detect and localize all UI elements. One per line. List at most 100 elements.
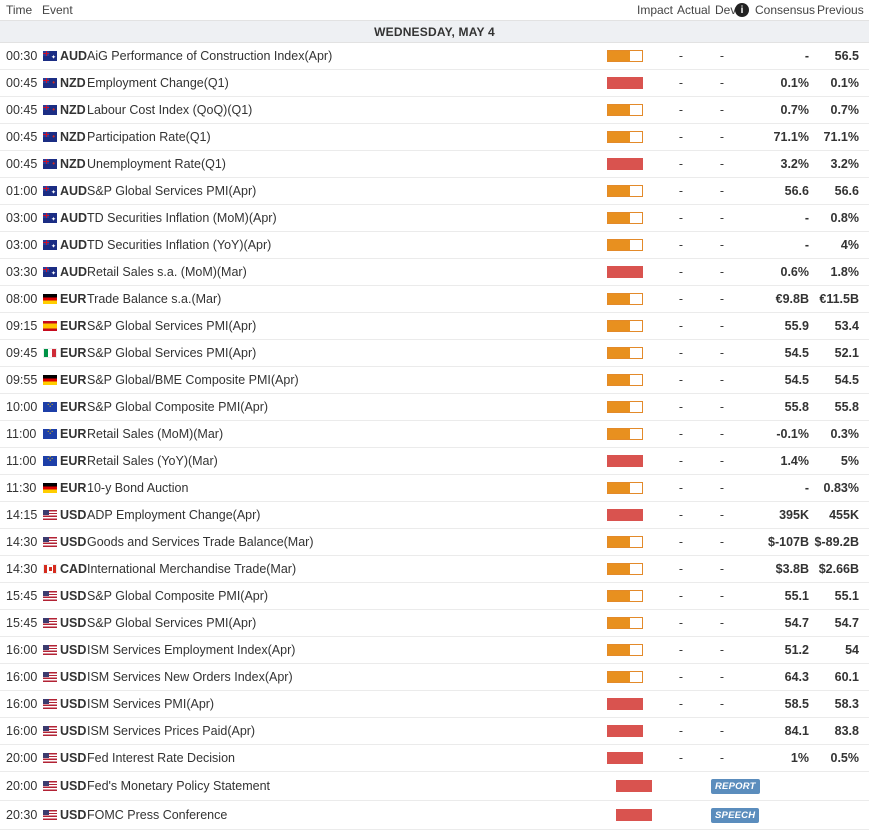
- table-row[interactable]: 08:00 EUR Trade Balance s.a.(Mar) - - €9.8B €1…: [0, 286, 869, 313]
- table-row[interactable]: 03:00 AUDTD Securities Inflation (MoM)(Ap…: [0, 205, 869, 232]
- header-impact[interactable]: Impact: [637, 3, 673, 17]
- header-event[interactable]: Event: [42, 3, 637, 17]
- event-previous: 52.1: [834, 346, 859, 360]
- table-row[interactable]: 20:00 USD Fed Interest Rate Decision - - 1% 0.…: [0, 745, 869, 772]
- event-deviation: -: [719, 184, 725, 198]
- event-actual: -: [678, 400, 684, 414]
- event-name[interactable]: 10-y Bond Auction: [87, 481, 607, 495]
- event-deviation: -: [719, 508, 725, 522]
- table-row[interactable]: 09:15 EUR S&P Global Services PMI(Apr) - - 55…: [0, 313, 869, 340]
- impact-bar: [616, 780, 652, 792]
- de-flag-icon: [43, 375, 57, 385]
- event-consensus: €9.8B: [775, 292, 809, 306]
- table-row[interactable]: 03:00 AUDTD Securities Inflation (YoY)(Ap…: [0, 232, 869, 259]
- header-actual[interactable]: Actual: [677, 3, 715, 17]
- table-row[interactable]: 16:00 USD ISM Services New Orders Index(Ap…: [0, 664, 869, 691]
- table-row[interactable]: 20:00 USD Fed's Monetary Policy Statement R…: [0, 772, 869, 801]
- impact-bar: [607, 50, 643, 62]
- table-row[interactable]: 09:55 EUR S&P Global/BME Composite PMI(Apr…: [0, 367, 869, 394]
- event-deviation: -: [719, 643, 725, 657]
- event-deviation: -: [719, 238, 725, 252]
- event-name[interactable]: S&P Global Services PMI(Apr): [87, 184, 607, 198]
- table-row[interactable]: 11:00 EURRetail Sales (YoY)(Mar) - - 1.4% 5%: [0, 448, 869, 475]
- event-name[interactable]: ISM Services New Orders Index(Apr): [87, 670, 607, 684]
- event-name[interactable]: ADP Employment Change(Apr): [87, 508, 607, 522]
- event-name[interactable]: TD Securities Inflation (MoM)(Apr): [87, 211, 607, 225]
- table-row[interactable]: 00:45 NZDEmployment Change(Q1) - - 0.1% 0.1%: [0, 70, 869, 97]
- event-deviation: -: [719, 400, 725, 414]
- event-previous: 83.8: [834, 724, 859, 738]
- event-name[interactable]: Fed's Monetary Policy Statement: [87, 779, 616, 793]
- event-time: 16:00: [6, 670, 38, 684]
- table-row[interactable]: 16:00 USD ISM Services Employment Index(Ap…: [0, 637, 869, 664]
- us-flag-icon: [43, 618, 57, 628]
- event-name[interactable]: AiG Performance of Construction Index(Ap…: [87, 49, 607, 63]
- header-previous[interactable]: Previous: [817, 3, 869, 17]
- table-row[interactable]: 10:00 EURS&P Global Composite PMI(Apr) - - 5…: [0, 394, 869, 421]
- event-deviation: -: [719, 427, 725, 441]
- event-name[interactable]: S&P Global Services PMI(Apr): [87, 616, 607, 630]
- event-name[interactable]: Participation Rate(Q1): [87, 130, 607, 144]
- event-name[interactable]: S&P Global Composite PMI(Apr): [87, 589, 607, 603]
- event-name[interactable]: Goods and Services Trade Balance(Mar): [87, 535, 607, 549]
- event-name[interactable]: S&P Global/BME Composite PMI(Apr): [87, 373, 607, 387]
- event-tag-cell: REPORT: [710, 778, 869, 794]
- event-name[interactable]: S&P Global Services PMI(Apr): [87, 319, 607, 333]
- event-time: 11:00: [6, 427, 37, 441]
- event-name[interactable]: Retail Sales (MoM)(Mar): [87, 427, 607, 441]
- header-consensus[interactable]: Consensus: [755, 3, 817, 17]
- event-name[interactable]: Fed Interest Rate Decision: [87, 751, 607, 765]
- event-name[interactable]: ISM Services Prices Paid(Apr): [87, 724, 607, 738]
- event-time: 09:55: [6, 373, 38, 387]
- impact-bar: [607, 131, 643, 143]
- impact-indicator: [607, 698, 645, 710]
- speech-badge[interactable]: SPEECH: [711, 808, 760, 823]
- event-name[interactable]: Labour Cost Index (QoQ)(Q1): [87, 103, 607, 117]
- table-row[interactable]: 09:45 EUR S&P Global Services PMI(Apr) - - 54…: [0, 340, 869, 367]
- header-time[interactable]: Time: [0, 3, 42, 17]
- impact-indicator: [607, 131, 645, 143]
- table-row[interactable]: 14:30 USD Goods and Services Trade Balance…: [0, 529, 869, 556]
- table-row[interactable]: 14:30 CAD International Merchandise Trade(…: [0, 556, 869, 583]
- table-row[interactable]: 00:45 NZDUnemployment Rate(Q1) - - 3.2% 3.2%: [0, 151, 869, 178]
- table-row[interactable]: 11:30 EUR 10-y Bond Auction - - -0.83%: [0, 475, 869, 502]
- table-row[interactable]: 16:00 USD ISM Services PMI(Apr) - - 58.5 58.3: [0, 691, 869, 718]
- event-name[interactable]: Retail Sales (YoY)(Mar): [87, 454, 607, 468]
- table-row[interactable]: 15:45 USD S&P Global Services PMI(Apr) - - 54…: [0, 610, 869, 637]
- table-row[interactable]: 00:45 NZDLabour Cost Index (QoQ)(Q1) - - 0.7…: [0, 97, 869, 124]
- impact-fill: [608, 618, 631, 628]
- event-name[interactable]: S&P Global Services PMI(Apr): [87, 346, 607, 360]
- event-name[interactable]: Retail Sales s.a. (MoM)(Mar): [87, 265, 607, 279]
- event-name[interactable]: ISM Services Employment Index(Apr): [87, 643, 607, 657]
- event-name[interactable]: Unemployment Rate(Q1): [87, 157, 607, 171]
- event-previous: 0.3%: [830, 427, 860, 441]
- table-row[interactable]: 20:30 USD FOMC Press Conference SPEECH: [0, 801, 869, 830]
- table-row[interactable]: 03:30 AUDRetail Sales s.a. (MoM)(Mar) - - 0.…: [0, 259, 869, 286]
- event-name[interactable]: TD Securities Inflation (YoY)(Apr): [87, 238, 607, 252]
- table-row[interactable]: 16:00 USD ISM Services Prices Paid(Apr) - - 8…: [0, 718, 869, 745]
- event-name[interactable]: ISM Services PMI(Apr): [87, 697, 607, 711]
- header-dev[interactable]: Dev: [715, 3, 736, 17]
- impact-bar: [607, 185, 643, 197]
- table-row[interactable]: 00:45 NZDParticipation Rate(Q1) - - 71.1% 71.…: [0, 124, 869, 151]
- table-row[interactable]: 01:00 AUDS&P Global Services PMI(Apr) - - 56…: [0, 178, 869, 205]
- impact-indicator: [607, 428, 645, 440]
- event-actual: -: [678, 508, 684, 522]
- event-name[interactable]: FOMC Press Conference: [87, 808, 616, 822]
- event-name[interactable]: International Merchandise Trade(Mar): [87, 562, 607, 576]
- table-row[interactable]: 11:00 EURRetail Sales (MoM)(Mar) - - -0.1% 0.…: [0, 421, 869, 448]
- impact-indicator: [607, 563, 645, 575]
- event-consensus: 55.1: [784, 589, 809, 603]
- event-name[interactable]: Employment Change(Q1): [87, 76, 607, 90]
- event-actual: -: [678, 211, 684, 225]
- table-row[interactable]: 14:15 USD ADP Employment Change(Apr) - - 395K…: [0, 502, 869, 529]
- event-time: 03:30: [6, 265, 38, 279]
- info-icon[interactable]: i: [735, 3, 749, 17]
- table-row[interactable]: 15:45 USD S&P Global Composite PMI(Apr) - - 5…: [0, 583, 869, 610]
- event-name[interactable]: S&P Global Composite PMI(Apr): [87, 400, 607, 414]
- table-row[interactable]: 00:30 AUDAiG Performance of Construction …: [0, 43, 869, 70]
- event-consensus: 54.5: [784, 346, 809, 360]
- event-name[interactable]: Trade Balance s.a.(Mar): [87, 292, 607, 306]
- event-time: 00:45: [6, 157, 38, 171]
- report-badge[interactable]: REPORT: [711, 779, 760, 794]
